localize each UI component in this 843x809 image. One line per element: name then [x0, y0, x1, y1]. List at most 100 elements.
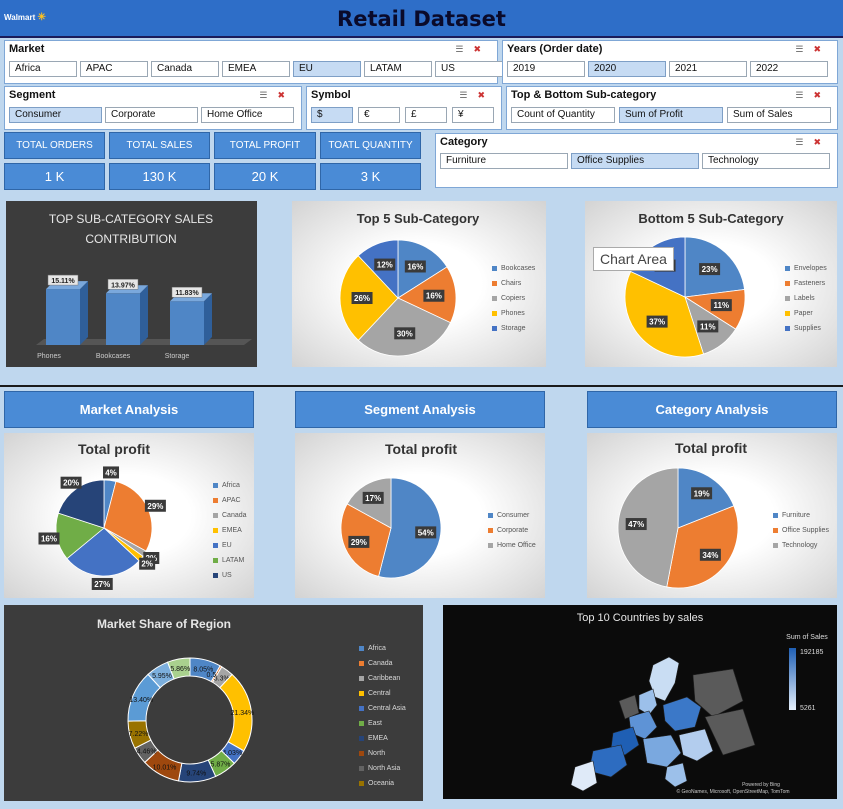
region-legend-swatch-4 [359, 706, 364, 711]
years-option-2019[interactable]: 2019 [507, 61, 585, 77]
countries-map[interactable]: Top 10 Countries by sales Sum of Sales 192… [443, 605, 837, 799]
map-country-7[interactable] [678, 728, 714, 762]
topsub-bar-0[interactable] [46, 289, 80, 345]
category-option-furniture[interactable]: Furniture [440, 153, 568, 169]
topbottom-option-sum-of-profit[interactable]: Sum of Profit [619, 107, 723, 123]
category-option-office-supplies[interactable]: Office Supplies [571, 153, 699, 169]
years-option-2020[interactable]: 2020 [588, 61, 666, 77]
segment-option-corporate[interactable]: Corporate [105, 107, 198, 123]
market-option-apac[interactable]: APAC [80, 61, 148, 77]
market-legend-swatch-3 [213, 528, 218, 533]
market-option-africa[interactable]: Africa [9, 61, 77, 77]
region-legend-text-0: Africa [368, 645, 386, 652]
market-option-eu[interactable]: EU [293, 61, 361, 77]
market-title: Total profit [78, 441, 150, 457]
market-label-text-1: 29% [147, 502, 163, 511]
topsub-bar-2[interactable] [170, 301, 204, 345]
market-legend-item-1: APAC [213, 493, 247, 508]
map-country-8[interactable] [664, 762, 688, 788]
market-legend-item-5: LATAM [213, 553, 247, 568]
page-title: Retail Dataset [337, 7, 506, 31]
topsub-label-1: 13.97% [111, 282, 136, 289]
market-option-latam[interactable]: LATAM [364, 61, 432, 77]
map-title: Top 10 Countries by sales [577, 612, 704, 624]
region-legend-item-5: East [359, 716, 406, 731]
market-legend-item-0: Africa [213, 478, 247, 493]
map-country-9[interactable] [570, 760, 598, 792]
top-subcategory-panel[interactable]: TOP SUB-CATEGORY SALES CONTRIBUTION 15.11%… [6, 201, 257, 367]
region-label-6: 9.74% [186, 771, 206, 778]
symbol-option-[interactable]: $ [311, 107, 353, 123]
bottom5-legend-text-1: Fasteners [794, 280, 826, 287]
topsub-title-line1: TOP SUB-CATEGORY SALES [49, 212, 213, 226]
segment-legend-swatch-2 [488, 543, 493, 548]
segment-legend-item-1: Corporate [488, 523, 536, 538]
multi-select-icon[interactable]: ☰ [795, 44, 813, 54]
market-legend: Africa APAC Canada EMEA EU LATAM US [213, 478, 247, 583]
segment-option-home-office[interactable]: Home Office [201, 107, 294, 123]
market-option-canada[interactable]: Canada [151, 61, 219, 77]
clear-filter-icon[interactable]: ✖ [477, 90, 495, 100]
symbol-option-[interactable]: ¥ [452, 107, 494, 123]
market-option-us[interactable]: US [435, 61, 503, 77]
symbol-option-[interactable]: £ [405, 107, 447, 123]
segment-legend-text-1: Corporate [497, 527, 529, 534]
clear-filter-icon[interactable]: ✖ [813, 137, 831, 147]
market-label-3: 2% [139, 557, 156, 570]
region-label-5: 5.87% [210, 761, 230, 768]
map-country-6[interactable] [642, 734, 682, 768]
top5-legend-text-3: Phones [501, 310, 525, 317]
category-label-1: 34% [699, 548, 721, 561]
years-option-2022[interactable]: 2022 [750, 61, 828, 77]
market-legend-text-3: EMEA [222, 527, 242, 534]
market-option-emea[interactable]: EMEA [222, 61, 290, 77]
region-label-9: 7.22% [129, 731, 149, 738]
multi-select-icon[interactable]: ☰ [455, 44, 473, 54]
category-profit-panel[interactable]: Total profit 19% 34% 47% Furniture Office Su… [587, 433, 837, 598]
kpi-label-3: TOATL QUANTITY [320, 132, 421, 159]
clear-filter-icon[interactable]: ✖ [277, 90, 295, 100]
bottom5-legend: Envelopes Fasteners Labels Paper Supplies [785, 261, 827, 336]
bottom5-legend-swatch-3 [785, 311, 790, 316]
multi-select-icon[interactable]: ☰ [459, 90, 477, 100]
region-share-panel[interactable]: Market Share of Region8.05%0.51%3.3%21.3… [4, 605, 423, 801]
segment-label-text-0: 54% [418, 528, 434, 537]
years-option-2021[interactable]: 2021 [669, 61, 747, 77]
category-legend-swatch-2 [773, 543, 778, 548]
top-bottom-slicer: Top & Bottom Sub-category ☰✖ Count of Qu… [506, 86, 838, 130]
clear-filter-icon[interactable]: ✖ [813, 90, 831, 100]
countries-map-panel[interactable]: Top 10 Countries by sales Sum of Sales 192… [443, 605, 837, 799]
market-label-text-4: 27% [94, 580, 110, 589]
map-country-2[interactable] [662, 696, 702, 732]
clear-filter-icon[interactable]: ✖ [813, 44, 831, 54]
segment-slicer: Segment ☰✖ Consumer Corporate Home Office [4, 86, 302, 130]
top5-label-4: 12% [374, 258, 396, 271]
region-legend-text-9: Oceania [368, 780, 395, 787]
clear-filter-icon[interactable]: ✖ [473, 44, 491, 54]
market-legend-item-3: EMEA [213, 523, 247, 538]
topbottom-option-count-of-quantity[interactable]: Count of Quantity [511, 107, 615, 123]
multi-select-icon[interactable]: ☰ [795, 137, 813, 147]
top5-legend-item-4: Storage [492, 321, 535, 336]
segment-title: Total profit [385, 441, 457, 457]
region-legend-swatch-3 [359, 691, 364, 696]
segment-profit-panel[interactable]: Total profit 54% 29% 17% Consumer Corporate H… [295, 433, 545, 598]
region-legend-item-3: Central [359, 686, 406, 701]
top5-panel[interactable]: Top 5 Sub-Category 16% 16% 30% 26% 12% Bookca… [292, 201, 546, 367]
top5-legend-item-2: Copiers [492, 291, 535, 306]
bottom5-panel[interactable]: Bottom 5 Sub-Category23%11%11%37%18% Env… [585, 201, 837, 367]
multi-select-icon[interactable]: ☰ [259, 90, 277, 100]
market-slicer-title: Market [9, 43, 45, 55]
topsub-bar-1[interactable] [106, 293, 140, 345]
market-profit-panel[interactable]: Total profit4%29%2%2%27%16%20% AfricaAPA… [4, 433, 254, 598]
multi-select-icon[interactable]: ☰ [795, 90, 813, 100]
top-subcategory-chart[interactable]: TOP SUB-CATEGORY SALES CONTRIBUTION 15.11%… [6, 201, 257, 367]
category-option-technology[interactable]: Technology [702, 153, 830, 169]
region-legend-swatch-2 [359, 676, 364, 681]
symbol-option-[interactable]: € [358, 107, 400, 123]
kpi-value-0: 1 K [4, 163, 105, 190]
region-legend-text-7: North [368, 750, 386, 757]
region-legend-text-1: Canada [368, 660, 393, 667]
segment-option-consumer[interactable]: Consumer [9, 107, 102, 123]
topbottom-option-sum-of-sales[interactable]: Sum of Sales [727, 107, 831, 123]
